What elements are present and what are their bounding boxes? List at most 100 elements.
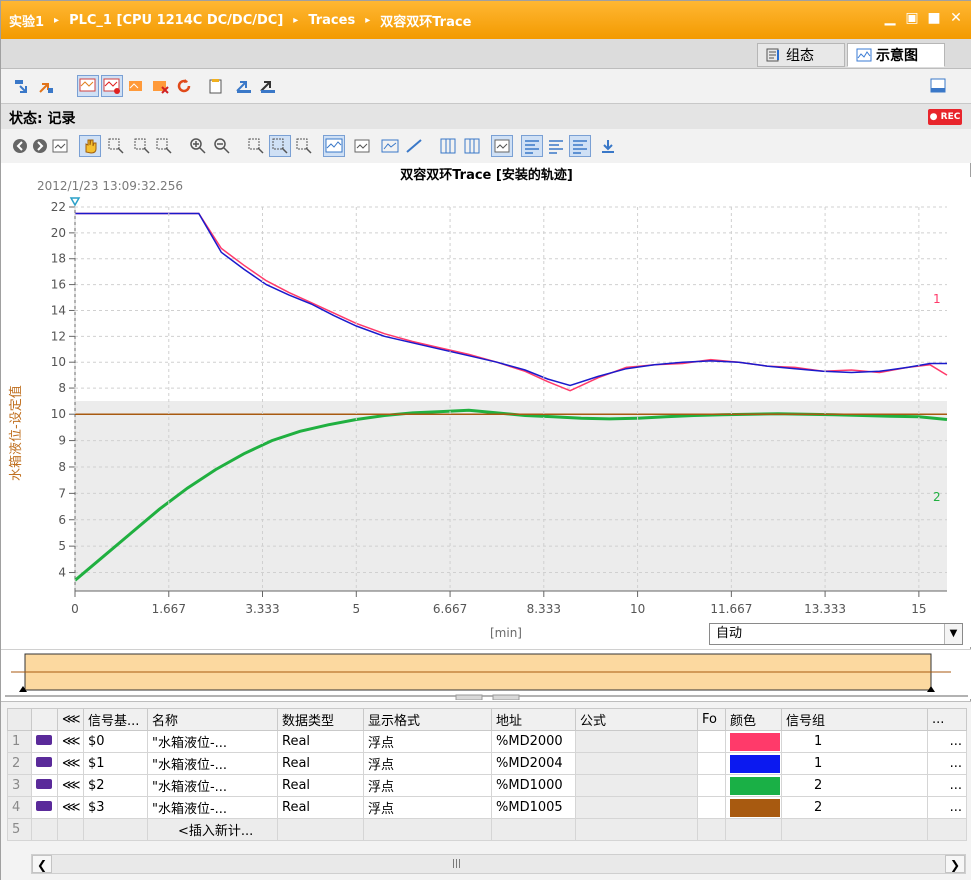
tab-config[interactable]: 组态 [757, 43, 845, 67]
signal-group-cell[interactable]: 2 [781, 774, 928, 797]
table-row[interactable]: 3 ⋘ $2 "水箱液位-... Real 浮点 %MD1000 2... [7, 774, 967, 797]
zoom-vertical-icon[interactable] [153, 135, 175, 157]
observe-on-icon[interactable] [77, 75, 99, 97]
transfer-to-device-icon[interactable] [11, 75, 33, 97]
trace-chart[interactable]: 81012141618202214567891020 1.667 3.333 5 6.6… [1, 177, 971, 647]
forward-icon[interactable] [29, 135, 51, 157]
more-cell[interactable]: ... [927, 796, 967, 819]
trace-activate-icon[interactable] [125, 75, 147, 97]
header-name[interactable]: 名称 [147, 708, 278, 731]
zoom-in-icon[interactable] [187, 135, 209, 157]
zoom-region-icon[interactable] [105, 135, 127, 157]
zoom-horizontal-icon[interactable] [131, 135, 153, 157]
legend-icon[interactable] [521, 135, 543, 157]
fit-curve-icon[interactable] [379, 135, 401, 157]
more-cell[interactable]: ... [927, 730, 967, 753]
formula-cell[interactable] [575, 774, 698, 797]
maximize-icon[interactable]: ■ [926, 9, 942, 27]
color-swatch[interactable] [730, 798, 780, 817]
table-row[interactable]: 2 ⋘ $1 "水箱液位-... Real 浮点 %MD2004 1... [7, 752, 967, 775]
scroll-thumb-grip-icon[interactable]: ||| [452, 859, 461, 869]
header-signal-group[interactable]: 信号组 [781, 708, 928, 731]
signal-base-cell[interactable]: $3 [83, 796, 148, 819]
header-signal-base[interactable]: 信号基... [83, 708, 148, 731]
splitter-down-icon[interactable] [492, 694, 520, 701]
trigger-marker-icon[interactable] [69, 197, 81, 207]
dtype-cell[interactable]: Real [277, 752, 364, 775]
formula-cell[interactable] [575, 730, 698, 753]
color-cell[interactable] [725, 752, 782, 775]
anchor-icon[interactable] [491, 135, 513, 157]
new-row[interactable]: 5 <插入新计... [7, 818, 967, 841]
signal-base-cell[interactable]: $0 [83, 730, 148, 753]
format-cell[interactable]: 浮点 [363, 796, 492, 819]
minimize-icon[interactable]: ▁ [882, 9, 898, 27]
color-cell[interactable] [725, 796, 782, 819]
table-row[interactable]: 1 ⋘ $0 "水箱液位-... Real 浮点 %MD2000 1... [7, 730, 967, 753]
scroll-right-icon[interactable]: ❯ [945, 855, 965, 873]
color-cell[interactable] [725, 774, 782, 797]
signal-group-cell[interactable]: 1 [781, 752, 928, 775]
screenshot-icon[interactable] [49, 135, 71, 157]
refresh-icon[interactable] [173, 75, 195, 97]
float-icon[interactable]: ▣ [904, 9, 920, 27]
scale-select[interactable]: 自动 ▼ [709, 623, 963, 645]
zoom-100-icon[interactable] [245, 135, 267, 157]
format-cell[interactable]: 浮点 [363, 730, 492, 753]
breadcrumb-traces[interactable]: Traces [308, 13, 355, 28]
address-cell[interactable]: %MD2000 [491, 730, 576, 753]
color-swatch[interactable] [730, 776, 780, 795]
header-format[interactable]: 显示格式 [363, 708, 492, 731]
signal-base-cell[interactable]: $1 [83, 752, 148, 775]
panel-toggle-icon[interactable] [927, 75, 949, 97]
show-overview-icon[interactable] [323, 135, 345, 157]
line-icon[interactable] [403, 135, 425, 157]
address-cell[interactable]: %MD2004 [491, 752, 576, 775]
align-right-icon[interactable] [569, 135, 591, 157]
zoom-y-100-icon[interactable] [269, 135, 291, 157]
name-cell[interactable]: "水箱液位-... [147, 752, 278, 775]
splitter-up-icon[interactable] [455, 694, 483, 701]
dtype-cell[interactable]: Real [277, 796, 364, 819]
tab-diagram[interactable]: 示意图 [847, 43, 945, 67]
trace-deactivate-icon[interactable] [149, 75, 171, 97]
add-to-measurements-icon[interactable] [205, 75, 227, 97]
color-swatch[interactable] [730, 754, 780, 773]
color-swatch[interactable] [730, 732, 780, 751]
name-cell[interactable]: "水箱液位-... [147, 774, 278, 797]
address-cell[interactable]: %MD1005 [491, 796, 576, 819]
close-icon[interactable]: ✕ [948, 9, 964, 27]
hand-icon[interactable] [79, 135, 101, 157]
horizontal-scrollbar[interactable]: ❮ ||| ❯ [31, 854, 966, 874]
name-cell[interactable]: "水箱液位-... [147, 730, 278, 753]
zoom-out-icon[interactable] [211, 135, 233, 157]
header-color[interactable]: 颜色 [725, 708, 782, 731]
signal-group-cell[interactable]: 2 [781, 796, 928, 819]
signal-group-cell[interactable]: 1 [781, 730, 928, 753]
header-address[interactable]: 地址 [491, 708, 576, 731]
color-cell[interactable] [725, 730, 782, 753]
insert-new-signal[interactable]: <插入新计... [147, 818, 278, 841]
table-row[interactable]: 4 ⋘ $3 "水箱液位-... Real 浮点 %MD1005 2... [7, 796, 967, 819]
format-cell[interactable]: 浮点 [363, 774, 492, 797]
load-from-device-icon[interactable] [35, 75, 57, 97]
name-cell[interactable]: "水箱液位-... [147, 796, 278, 819]
breadcrumb-project[interactable]: 实验1 [9, 11, 44, 30]
zoom-x-100-icon[interactable] [293, 135, 315, 157]
export-icon[interactable] [233, 75, 255, 97]
breadcrumb-plc[interactable]: PLC_1 [CPU 1214C DC/DC/DC] [69, 13, 283, 28]
header-dtype[interactable]: 数据类型 [277, 708, 364, 731]
signal-base-cell[interactable]: $2 [83, 774, 148, 797]
observe-recording-icon[interactable] [101, 75, 123, 97]
header-formula[interactable]: 公式 [575, 708, 698, 731]
export-image-icon[interactable] [597, 135, 619, 157]
chevron-down-icon[interactable]: ▼ [944, 624, 962, 644]
dtype-cell[interactable]: Real [277, 730, 364, 753]
import-icon[interactable] [257, 75, 279, 97]
dtype-cell[interactable]: Real [277, 774, 364, 797]
align-left-icon[interactable] [545, 135, 567, 157]
scroll-left-icon[interactable]: ❮ [32, 855, 52, 873]
breadcrumb-trace[interactable]: 双容双环Trace [380, 11, 471, 30]
time-format-icon[interactable] [351, 135, 373, 157]
vertical-cursor-icon[interactable] [437, 135, 459, 157]
